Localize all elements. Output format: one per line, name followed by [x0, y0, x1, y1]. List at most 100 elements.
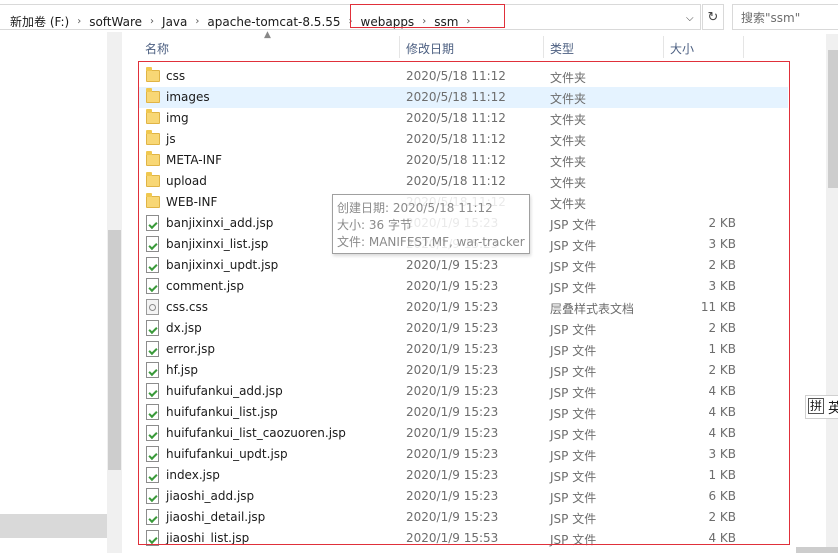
file-row[interactable]: jiaoshi_detail.jsp 2020/1/9 15:23 JSP 文件 2 …: [138, 507, 788, 528]
column-type[interactable]: 类型: [550, 40, 574, 57]
file-row[interactable]: images 2020/5/18 11:12 文件夹: [138, 87, 788, 108]
file-row[interactable]: huifufankui_list.jsp 2020/1/9 15:23 JSP 文件…: [138, 402, 788, 423]
file-row[interactable]: META-INF 2020/5/18 11:12 文件夹: [138, 150, 788, 171]
column-divider[interactable]: [743, 36, 744, 58]
file-date: 2020/5/18 11:12: [406, 90, 506, 104]
file-name: banjixinxi_list.jsp: [166, 237, 269, 251]
file-date: 2020/1/9 15:23: [406, 447, 499, 461]
file-type: 文件夹: [550, 113, 587, 127]
file-name: index.jsp: [166, 468, 220, 482]
column-size[interactable]: 大小: [670, 40, 694, 57]
file-row[interactable]: index.jsp 2020/1/9 15:23 JSP 文件 1 KB: [138, 465, 788, 486]
file-size: 1 KB: [708, 468, 736, 482]
file-type: JSP 文件: [550, 428, 597, 442]
file-date: 2020/1/9 15:23: [406, 426, 499, 440]
breadcrumb-item[interactable]: apache-tomcat-8.5.55: [201, 15, 346, 29]
jsp-file-icon: [146, 404, 159, 420]
file-name: huifufankui_updt.jsp: [166, 447, 288, 461]
file-type: JSP 文件: [550, 218, 597, 232]
file-tooltip: 创建日期: 2020/5/18 11:12 大小: 36 字节 文件: MANI…: [332, 194, 530, 254]
file-type: JSP 文件: [550, 491, 597, 505]
file-size: 4 KB: [708, 531, 736, 545]
file-row[interactable]: hf.jsp 2020/1/9 15:23 JSP 文件 2 KB: [138, 360, 788, 381]
nav-selected-item[interactable]: [0, 514, 107, 538]
file-type: 文件夹: [550, 176, 587, 190]
file-type: JSP 文件: [550, 470, 597, 484]
folder-icon: [146, 88, 160, 103]
chevron-down-icon[interactable]: ⌵: [686, 13, 694, 24]
file-size: 4 KB: [708, 405, 736, 419]
file-row[interactable]: error.jsp 2020/1/9 15:23 JSP 文件 1 KB: [138, 339, 788, 360]
file-name: banjixinxi_updt.jsp: [166, 258, 279, 272]
file-row[interactable]: banjixinxi_updt.jsp 2020/1/9 15:23 JSP 文件 2…: [138, 255, 788, 276]
jsp-file-icon: [146, 383, 159, 399]
ime-indicator[interactable]: 拼 英: [805, 395, 838, 419]
file-name: huifufankui_add.jsp: [166, 384, 283, 398]
file-name: img: [166, 111, 189, 125]
file-row[interactable]: jiaoshi_list.jsp 2020/1/9 15:53 JSP 文件 4 KB: [138, 528, 788, 549]
file-name: huifufankui_list_caozuoren.jsp: [166, 426, 346, 440]
jsp-file-icon: [146, 215, 159, 231]
vertical-scrollbar-thumb[interactable]: [828, 50, 838, 188]
file-size: 2 KB: [708, 216, 736, 230]
file-date: 2020/1/9 15:23: [406, 468, 499, 482]
horizontal-scrollbar-thumb[interactable]: [796, 547, 838, 553]
file-size: 4 KB: [708, 384, 736, 398]
chevron-right-icon[interactable]: ›: [193, 16, 201, 27]
file-row[interactable]: css.css 2020/1/9 15:23 层叠样式表文档 11 KB: [138, 297, 788, 318]
jsp-file-icon: [146, 530, 159, 546]
jsp-file-icon: [146, 320, 159, 336]
file-name: comment.jsp: [166, 279, 245, 293]
column-divider[interactable]: [543, 36, 544, 58]
file-type: JSP 文件: [550, 407, 597, 421]
jsp-file-icon: [146, 425, 159, 441]
file-date: 2020/5/18 11:12: [406, 69, 506, 83]
file-size: 6 KB: [708, 489, 736, 503]
refresh-icon[interactable]: ↻: [702, 4, 724, 30]
file-row[interactable]: huifufankui_add.jsp 2020/1/9 15:23 JSP 文件 4…: [138, 381, 788, 402]
file-row[interactable]: comment.jsp 2020/1/9 15:23 JSP 文件 3 KB: [138, 276, 788, 297]
chevron-right-icon[interactable]: ›: [75, 16, 83, 27]
column-divider[interactable]: [663, 36, 664, 58]
address-bar: 新加卷 (F:) › softWare › Java › apache-tomcat-8.5…: [0, 0, 838, 32]
jsp-file-icon: [146, 509, 159, 525]
file-date: 2020/1/9 15:23: [406, 405, 499, 419]
jsp-file-icon: [146, 341, 159, 357]
file-name: banjixinxi_add.jsp: [166, 216, 274, 230]
search-placeholder: 搜索"ssm": [741, 11, 801, 25]
file-row[interactable]: huifufankui_updt.jsp 2020/1/9 15:23 JSP 文件…: [138, 444, 788, 465]
file-row[interactable]: dx.jsp 2020/1/9 15:23 JSP 文件 2 KB: [138, 318, 788, 339]
file-size: 4 KB: [708, 426, 736, 440]
file-type: 文件夹: [550, 155, 587, 169]
file-type: JSP 文件: [550, 533, 597, 547]
file-date: 2020/1/9 15:23: [406, 321, 499, 335]
folder-icon: [146, 151, 160, 166]
breadcrumb-item[interactable]: Java: [156, 15, 193, 29]
file-row[interactable]: img 2020/5/18 11:12 文件夹: [138, 108, 788, 129]
file-type: JSP 文件: [550, 260, 597, 274]
chevron-right-icon[interactable]: ›: [148, 16, 156, 27]
search-input[interactable]: 搜索"ssm": [732, 4, 838, 30]
file-date: 2020/5/18 11:12: [406, 153, 506, 167]
file-name: META-INF: [166, 153, 223, 167]
file-size: 11 KB: [700, 300, 736, 314]
breadcrumb-item[interactable]: 新加卷 (F:): [4, 13, 75, 30]
tooltip-size: 大小: 36 字节: [337, 218, 412, 232]
file-row[interactable]: css 2020/5/18 11:12 文件夹: [138, 66, 788, 87]
file-row[interactable]: js 2020/5/18 11:12 文件夹: [138, 129, 788, 150]
column-date[interactable]: 修改日期: [406, 40, 454, 57]
file-row[interactable]: upload 2020/5/18 11:12 文件夹: [138, 171, 788, 192]
file-size: 2 KB: [708, 363, 736, 377]
file-name: js: [166, 132, 176, 146]
file-name: jiaoshi_list.jsp: [166, 531, 250, 545]
file-name: upload: [166, 174, 207, 188]
column-name[interactable]: 名称: [145, 40, 169, 57]
file-row[interactable]: jiaoshi_add.jsp 2020/1/9 15:23 JSP 文件 6 KB: [138, 486, 788, 507]
breadcrumb-item[interactable]: softWare: [83, 15, 148, 29]
column-divider[interactable]: [399, 36, 400, 58]
nav-scrollbar-thumb[interactable]: [108, 230, 121, 470]
file-size: 3 KB: [708, 447, 736, 461]
file-type: 文件夹: [550, 92, 587, 106]
file-row[interactable]: huifufankui_list_caozuoren.jsp 2020/1/9 1…: [138, 423, 788, 444]
file-date: 2020/1/9 15:23: [406, 384, 499, 398]
